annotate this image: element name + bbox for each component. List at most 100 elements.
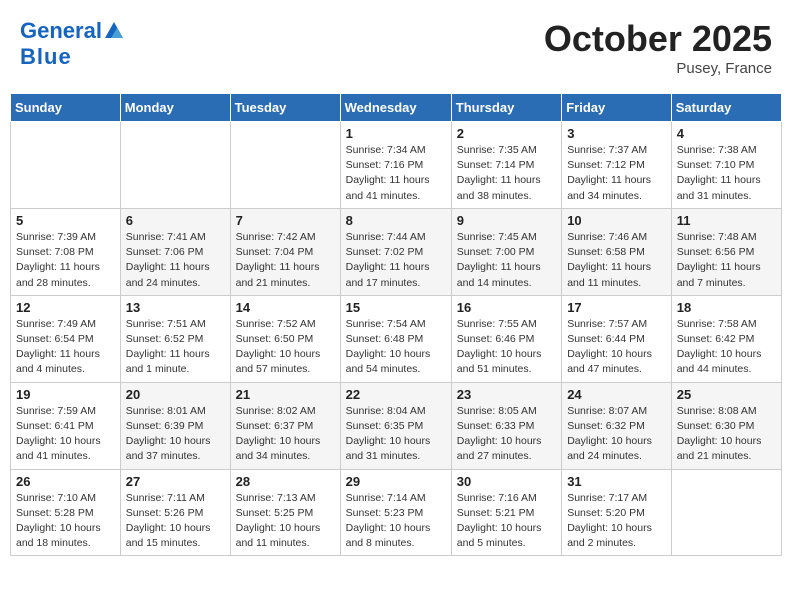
- calendar-cell: [671, 469, 781, 556]
- weekday-header-row: SundayMondayTuesdayWednesdayThursdayFrid…: [11, 94, 782, 122]
- day-number: 17: [567, 300, 666, 315]
- logo-general: General: [20, 18, 102, 44]
- day-info: Sunrise: 7:49 AMSunset: 6:54 PMDaylight:…: [16, 318, 100, 376]
- calendar-cell: 9 Sunrise: 7:45 AMSunset: 7:00 PMDaylight…: [451, 208, 561, 295]
- day-number: 6: [126, 213, 225, 228]
- calendar-cell: 17 Sunrise: 7:57 AMSunset: 6:44 PMDayligh…: [562, 295, 672, 382]
- day-info: Sunrise: 7:34 AMSunset: 7:16 PMDaylight:…: [346, 144, 430, 202]
- calendar-cell: 2 Sunrise: 7:35 AMSunset: 7:14 PMDaylight…: [451, 122, 561, 209]
- day-number: 16: [457, 300, 556, 315]
- day-number: 26: [16, 474, 115, 489]
- calendar-cell: 10Sunrise: 7:46 AMSunset: 6:58 PMDayligh…: [562, 208, 672, 295]
- calendar-cell: [230, 122, 340, 209]
- day-number: 24: [567, 387, 666, 402]
- day-info: Sunrise: 7:37 AMSunset: 7:12 PMDaylight:…: [567, 144, 651, 202]
- calendar-week-row: 1 Sunrise: 7:34 AMSunset: 7:16 PMDaylight…: [11, 122, 782, 209]
- logo-blue: Blue: [20, 44, 72, 69]
- day-info: Sunrise: 7:35 AMSunset: 7:14 PMDaylight:…: [457, 144, 541, 202]
- day-number: 27: [126, 474, 225, 489]
- calendar-cell: 12 Sunrise: 7:49 AMSunset: 6:54 PMDayligh…: [11, 295, 121, 382]
- day-info: Sunrise: 8:05 AMSunset: 6:33 PMDaylight:…: [457, 405, 542, 463]
- day-info: Sunrise: 7:13 AMSunset: 5:25 PMDaylight:…: [236, 492, 321, 550]
- calendar-cell: 28Sunrise: 7:13 AMSunset: 5:25 PMDayligh…: [230, 469, 340, 556]
- calendar-cell: 6 Sunrise: 7:41 AMSunset: 7:06 PMDaylight…: [120, 208, 230, 295]
- calendar-cell: 29 Sunrise: 7:14 AMSunset: 5:23 PMDayligh…: [340, 469, 451, 556]
- day-number: 25: [677, 387, 776, 402]
- day-info: Sunrise: 7:55 AMSunset: 6:46 PMDaylight:…: [457, 318, 542, 376]
- calendar-cell: 8 Sunrise: 7:44 AMSunset: 7:02 PMDaylight…: [340, 208, 451, 295]
- day-number: 12: [16, 300, 115, 315]
- day-number: 3: [567, 126, 666, 141]
- calendar-cell: 16 Sunrise: 7:55 AMSunset: 6:46 PMDayligh…: [451, 295, 561, 382]
- day-info: Sunrise: 8:08 AMSunset: 6:30 PMDaylight:…: [677, 405, 762, 463]
- calendar-cell: 11Sunrise: 7:48 AMSunset: 6:56 PMDayligh…: [671, 208, 781, 295]
- day-info: Sunrise: 7:38 AMSunset: 7:10 PMDaylight:…: [677, 144, 761, 202]
- weekday-header-tuesday: Tuesday: [230, 94, 340, 122]
- calendar-cell: 24 Sunrise: 8:07 AMSunset: 6:32 PMDayligh…: [562, 382, 672, 469]
- calendar-week-row: 12 Sunrise: 7:49 AMSunset: 6:54 PMDayligh…: [11, 295, 782, 382]
- weekday-header-sunday: Sunday: [11, 94, 121, 122]
- day-number: 22: [346, 387, 446, 402]
- day-number: 2: [457, 126, 556, 141]
- calendar-cell: 20 Sunrise: 8:01 AMSunset: 6:39 PMDayligh…: [120, 382, 230, 469]
- day-info: Sunrise: 7:39 AMSunset: 7:08 PMDaylight:…: [16, 231, 100, 289]
- day-info: Sunrise: 7:17 AMSunset: 5:20 PMDaylight:…: [567, 492, 652, 550]
- day-info: Sunrise: 7:59 AMSunset: 6:41 PMDaylight:…: [16, 405, 101, 463]
- calendar-cell: 14Sunrise: 7:52 AMSunset: 6:50 PMDayligh…: [230, 295, 340, 382]
- day-number: 30: [457, 474, 556, 489]
- day-info: Sunrise: 7:41 AMSunset: 7:06 PMDaylight:…: [126, 231, 210, 289]
- calendar-cell: 18 Sunrise: 7:58 AMSunset: 6:42 PMDayligh…: [671, 295, 781, 382]
- day-info: Sunrise: 7:45 AMSunset: 7:00 PMDaylight:…: [457, 231, 541, 289]
- day-number: 20: [126, 387, 225, 402]
- day-info: Sunrise: 7:52 AMSunset: 6:50 PMDaylight:…: [236, 318, 321, 376]
- day-info: Sunrise: 7:14 AMSunset: 5:23 PMDaylight:…: [346, 492, 431, 550]
- page-header: General Blue October 2025 Pusey, France: [10, 10, 782, 85]
- weekday-header-wednesday: Wednesday: [340, 94, 451, 122]
- calendar-cell: 30 Sunrise: 7:16 AMSunset: 5:21 PMDayligh…: [451, 469, 561, 556]
- day-info: Sunrise: 7:42 AMSunset: 7:04 PMDaylight:…: [236, 231, 320, 289]
- title-block: October 2025 Pusey, France: [544, 18, 772, 77]
- logo-icon: [103, 20, 125, 42]
- day-info: Sunrise: 8:07 AMSunset: 6:32 PMDaylight:…: [567, 405, 652, 463]
- day-number: 18: [677, 300, 776, 315]
- day-number: 15: [346, 300, 446, 315]
- calendar-cell: 7 Sunrise: 7:42 AMSunset: 7:04 PMDaylight…: [230, 208, 340, 295]
- location: Pusey, France: [544, 60, 772, 77]
- day-info: Sunrise: 8:01 AMSunset: 6:39 PMDaylight:…: [126, 405, 211, 463]
- calendar-cell: 21Sunrise: 8:02 AMSunset: 6:37 PMDayligh…: [230, 382, 340, 469]
- day-info: Sunrise: 7:11 AMSunset: 5:26 PMDaylight:…: [126, 492, 211, 550]
- day-info: Sunrise: 8:04 AMSunset: 6:35 PMDaylight:…: [346, 405, 431, 463]
- day-number: 8: [346, 213, 446, 228]
- day-info: Sunrise: 7:16 AMSunset: 5:21 PMDaylight:…: [457, 492, 542, 550]
- day-info: Sunrise: 7:51 AMSunset: 6:52 PMDaylight:…: [126, 318, 210, 376]
- day-number: 1: [346, 126, 446, 141]
- day-number: 5: [16, 213, 115, 228]
- day-number: 7: [236, 213, 335, 228]
- calendar-cell: 27 Sunrise: 7:11 AMSunset: 5:26 PMDayligh…: [120, 469, 230, 556]
- day-info: Sunrise: 7:58 AMSunset: 6:42 PMDaylight:…: [677, 318, 762, 376]
- day-info: Sunrise: 7:44 AMSunset: 7:02 PMDaylight:…: [346, 231, 430, 289]
- logo: General Blue: [20, 18, 126, 70]
- day-number: 23: [457, 387, 556, 402]
- weekday-header-monday: Monday: [120, 94, 230, 122]
- calendar-cell: 5 Sunrise: 7:39 AMSunset: 7:08 PMDaylight…: [11, 208, 121, 295]
- calendar-week-row: 5 Sunrise: 7:39 AMSunset: 7:08 PMDaylight…: [11, 208, 782, 295]
- weekday-header-saturday: Saturday: [671, 94, 781, 122]
- day-info: Sunrise: 7:57 AMSunset: 6:44 PMDaylight:…: [567, 318, 652, 376]
- month-title: October 2025: [544, 18, 772, 60]
- day-number: 13: [126, 300, 225, 315]
- calendar-cell: 22 Sunrise: 8:04 AMSunset: 6:35 PMDayligh…: [340, 382, 451, 469]
- calendar-cell: 19Sunrise: 7:59 AMSunset: 6:41 PMDayligh…: [11, 382, 121, 469]
- day-info: Sunrise: 7:54 AMSunset: 6:48 PMDaylight:…: [346, 318, 431, 376]
- calendar-cell: [11, 122, 121, 209]
- calendar-cell: [120, 122, 230, 209]
- day-number: 9: [457, 213, 556, 228]
- calendar-cell: 3 Sunrise: 7:37 AMSunset: 7:12 PMDaylight…: [562, 122, 672, 209]
- calendar-table: SundayMondayTuesdayWednesdayThursdayFrid…: [10, 93, 782, 556]
- calendar-week-row: 19Sunrise: 7:59 AMSunset: 6:41 PMDayligh…: [11, 382, 782, 469]
- day-number: 21: [236, 387, 335, 402]
- day-number: 11: [677, 213, 776, 228]
- day-info: Sunrise: 7:10 AMSunset: 5:28 PMDaylight:…: [16, 492, 101, 550]
- calendar-cell: 13 Sunrise: 7:51 AMSunset: 6:52 PMDayligh…: [120, 295, 230, 382]
- day-number: 29: [346, 474, 446, 489]
